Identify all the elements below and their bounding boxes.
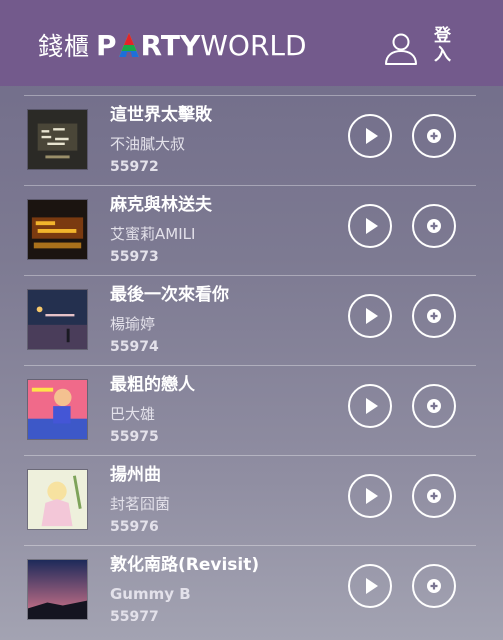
song-title: 最粗的戀人 [110, 375, 195, 395]
logo-world: WORLD [200, 28, 307, 62]
song-row[interactable]: 這世界太擊敗 不油膩大叔 55972 [24, 95, 476, 185]
song-artist: Gummy B [110, 585, 191, 603]
album-cover [27, 199, 88, 260]
song-title: 最後一次來看你 [110, 285, 229, 305]
album-cover [27, 469, 88, 530]
song-list: 這世界太擊敗 不油膩大叔 55972 麻克與林送夫 艾蜜莉AMILI 55973… [24, 95, 476, 635]
song-code: 55976 [110, 519, 159, 535]
play-button[interactable] [348, 474, 392, 518]
partyworld-logo[interactable]: 錢櫃 P RTY WORLD [38, 25, 307, 65]
song-code: 55977 [110, 609, 159, 625]
play-icon [366, 398, 378, 414]
plus-icon [427, 309, 441, 323]
play-icon [366, 578, 378, 594]
song-code: 55972 [110, 159, 159, 175]
song-title: 敦化南路(Revisit) [110, 555, 260, 575]
plus-icon [427, 579, 441, 593]
play-button[interactable] [348, 204, 392, 248]
song-title: 揚州曲 [110, 465, 161, 485]
song-code: 55975 [110, 429, 159, 445]
song-artist: 楊瑜婷 [110, 315, 156, 333]
play-button[interactable] [348, 114, 392, 158]
song-artist: 巴大雄 [110, 405, 156, 423]
play-icon [366, 128, 378, 144]
song-row[interactable]: 敦化南路(Revisit) Gummy B 55977 [24, 545, 476, 635]
play-button[interactable] [348, 564, 392, 608]
play-button[interactable] [348, 294, 392, 338]
login-button[interactable]: 登入 [384, 26, 464, 72]
app-header: 錢櫃 P RTY WORLD 登入 [0, 0, 503, 86]
song-row[interactable]: 最粗的戀人 巴大雄 55975 [24, 365, 476, 455]
logo-chinese-text: 錢櫃 [38, 32, 91, 61]
add-button[interactable] [412, 384, 456, 428]
plus-icon [427, 489, 441, 503]
song-title: 麻克與林送夫 [110, 195, 212, 215]
play-button[interactable] [348, 384, 392, 428]
play-icon [366, 218, 378, 234]
plus-icon [427, 399, 441, 413]
plus-icon [427, 219, 441, 233]
add-button[interactable] [412, 294, 456, 338]
album-cover [27, 289, 88, 350]
add-button[interactable] [412, 564, 456, 608]
song-artist: 不油膩大叔 [110, 135, 186, 153]
login-label: 登入 [430, 26, 450, 64]
song-row[interactable]: 麻克與林送夫 艾蜜莉AMILI 55973 [24, 185, 476, 275]
album-cover [27, 559, 88, 620]
add-button[interactable] [412, 114, 456, 158]
album-cover [27, 109, 88, 170]
song-title: 這世界太擊敗 [110, 105, 212, 125]
logo-rainbow-a-icon [118, 33, 139, 57]
user-icon [385, 33, 417, 65]
album-cover [27, 379, 88, 440]
song-artist: 艾蜜莉AMILI [110, 225, 196, 243]
song-row[interactable]: 揚州曲 封茗囧菌 55976 [24, 455, 476, 545]
song-code: 55974 [110, 339, 159, 355]
song-artist: 封茗囧菌 [110, 495, 171, 513]
logo-party-p: P [96, 28, 117, 62]
add-button[interactable] [412, 204, 456, 248]
song-row[interactable]: 最後一次來看你 楊瑜婷 55974 [24, 275, 476, 365]
play-icon [366, 308, 378, 324]
plus-icon [427, 129, 441, 143]
add-button[interactable] [412, 474, 456, 518]
song-code: 55973 [110, 249, 159, 265]
logo-party-rest: RTY [140, 28, 201, 62]
play-icon [366, 488, 378, 504]
